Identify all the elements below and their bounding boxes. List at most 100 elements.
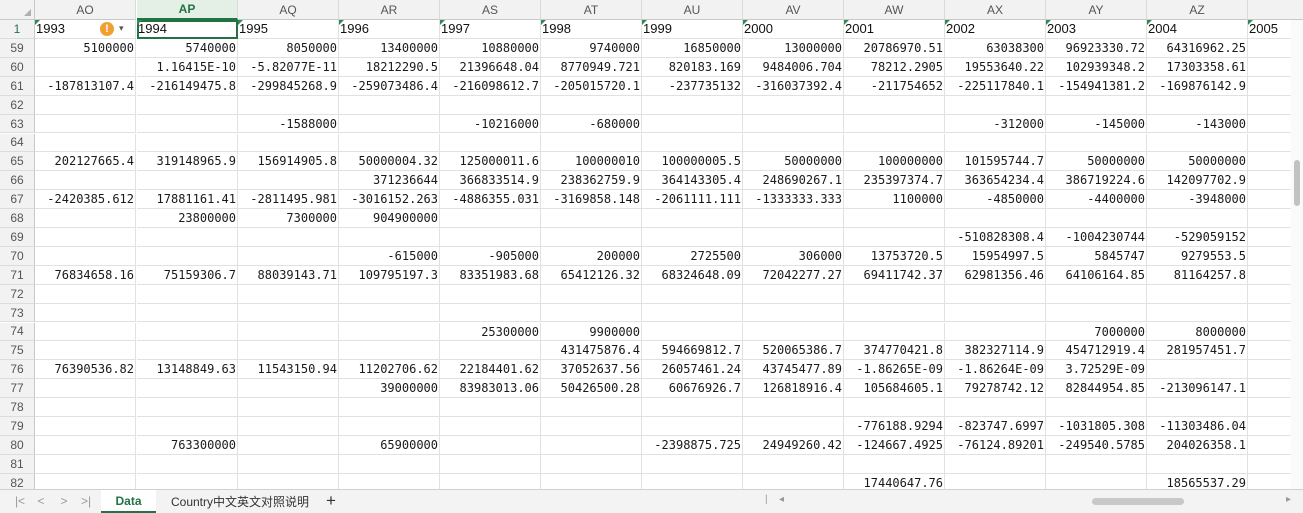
data-cell[interactable]: -205015720.1 — [541, 76, 642, 96]
data-cell[interactable]: 5740000 — [137, 39, 238, 58]
year-header-cell[interactable]: 1997 — [440, 20, 541, 39]
last-sheet-button[interactable]: >| — [78, 493, 94, 509]
data-cell[interactable]: 13000000 — [743, 39, 844, 58]
year-header-cell[interactable]: 1996 — [339, 20, 440, 39]
data-cell[interactable]: 17303358.61 — [1147, 57, 1248, 77]
data-cell[interactable] — [743, 209, 844, 228]
data-cell[interactable]: 25300000 — [440, 322, 541, 342]
data-cell[interactable]: 2725500 — [642, 246, 743, 266]
data-cell[interactable] — [1147, 284, 1248, 304]
data-cell[interactable]: 1.16415E-10 — [137, 57, 238, 77]
data-cell[interactable]: 8770949.721 — [541, 57, 642, 77]
data-cell[interactable]: -1.86264E-09 — [945, 360, 1046, 380]
data-cell[interactable] — [440, 209, 541, 228]
column-header-aw[interactable]: AW — [844, 0, 945, 20]
row-header-69[interactable]: 69 — [0, 228, 35, 247]
data-cell[interactable] — [238, 322, 339, 342]
data-cell[interactable]: 248690267.1 — [743, 171, 844, 191]
data-cell[interactable] — [541, 417, 642, 436]
data-cell[interactable] — [440, 398, 541, 417]
data-cell[interactable]: 75159306.7 — [137, 265, 238, 285]
row-header-72[interactable]: 72 — [0, 284, 35, 304]
data-cell[interactable] — [844, 303, 945, 323]
data-cell[interactable]: -237735132 — [642, 76, 743, 96]
data-cell[interactable] — [339, 228, 440, 247]
data-cell[interactable]: 820183.169 — [642, 57, 743, 77]
data-cell[interactable] — [642, 284, 743, 304]
data-cell[interactable] — [844, 398, 945, 417]
data-cell[interactable] — [35, 57, 136, 77]
data-cell[interactable]: 68324648.09 — [642, 265, 743, 285]
data-cell[interactable] — [642, 114, 743, 134]
data-cell[interactable]: -187813107.4 — [35, 76, 136, 96]
data-cell[interactable] — [945, 454, 1046, 474]
data-cell[interactable] — [35, 114, 136, 134]
row-header-73[interactable]: 73 — [0, 303, 35, 323]
data-cell[interactable]: -680000 — [541, 114, 642, 134]
data-cell[interactable]: -1588000 — [238, 114, 339, 134]
data-cell[interactable]: -2420385.612 — [35, 190, 136, 210]
data-cell[interactable] — [945, 398, 1046, 417]
data-cell[interactable]: -615000 — [339, 246, 440, 266]
data-cell[interactable] — [743, 454, 844, 474]
data-cell[interactable] — [844, 114, 945, 134]
data-cell[interactable] — [238, 246, 339, 266]
warning-icon[interactable]: ! — [100, 22, 114, 36]
data-cell[interactable] — [238, 454, 339, 474]
data-cell[interactable] — [844, 95, 945, 115]
data-cell[interactable] — [642, 398, 743, 417]
data-cell[interactable]: -4400000 — [1046, 190, 1147, 210]
data-cell[interactable] — [440, 454, 541, 474]
data-cell[interactable]: -10216000 — [440, 114, 541, 134]
data-cell[interactable] — [541, 473, 642, 489]
data-cell[interactable]: -5.82077E-11 — [238, 57, 339, 77]
data-cell[interactable]: 83351983.68 — [440, 265, 541, 285]
row-header-79[interactable]: 79 — [0, 417, 35, 436]
column-header-as[interactable]: AS — [440, 0, 541, 20]
data-cell[interactable] — [339, 398, 440, 417]
data-cell[interactable] — [945, 284, 1046, 304]
column-header-next[interactable] — [1248, 0, 1303, 20]
data-cell[interactable]: 364143305.4 — [642, 171, 743, 191]
data-cell[interactable] — [440, 473, 541, 489]
column-header-ay[interactable]: AY — [1046, 0, 1147, 20]
row-header-76[interactable]: 76 — [0, 360, 35, 380]
data-cell[interactable]: -2398875.725 — [642, 435, 743, 455]
data-cell[interactable]: -169876142.9 — [1147, 76, 1248, 96]
data-cell[interactable]: 60676926.7 — [642, 379, 743, 399]
data-cell[interactable]: 374770421.8 — [844, 341, 945, 361]
data-cell[interactable] — [339, 341, 440, 361]
data-cell[interactable] — [35, 454, 136, 474]
data-cell[interactable]: 100000010 — [541, 152, 642, 172]
data-cell[interactable]: 82844954.85 — [1046, 379, 1147, 399]
data-cell[interactable] — [743, 398, 844, 417]
data-cell[interactable] — [642, 303, 743, 323]
data-cell[interactable] — [1046, 209, 1147, 228]
data-cell[interactable] — [339, 417, 440, 436]
data-cell[interactable]: 520065386.7 — [743, 341, 844, 361]
row-header-81[interactable]: 81 — [0, 454, 35, 474]
data-cell[interactable] — [440, 133, 541, 153]
data-cell[interactable]: -225117840.1 — [945, 76, 1046, 96]
data-cell[interactable] — [35, 246, 136, 266]
data-cell[interactable]: 65900000 — [339, 435, 440, 455]
data-cell[interactable] — [238, 171, 339, 191]
data-cell[interactable] — [35, 341, 136, 361]
data-cell[interactable] — [238, 473, 339, 489]
row-header-67[interactable]: 67 — [0, 190, 35, 210]
data-cell[interactable] — [1046, 303, 1147, 323]
data-cell[interactable]: 83983013.06 — [440, 379, 541, 399]
column-header-au[interactable]: AU — [642, 0, 743, 20]
sheet-tab-data[interactable]: Data — [101, 490, 156, 513]
data-cell[interactable] — [642, 473, 743, 489]
data-cell[interactable] — [137, 341, 238, 361]
data-cell[interactable] — [137, 322, 238, 342]
data-cell[interactable] — [743, 228, 844, 247]
data-cell[interactable] — [137, 133, 238, 153]
data-cell[interactable]: 3.72529E-09 — [1046, 360, 1147, 380]
spreadsheet-grid[interactable]: AO AP AQ AR AS AT AU AV AW AX AY AZ 1 1993 1994 1995 199… — [0, 0, 1303, 489]
data-cell[interactable]: 17440647.76 — [844, 473, 945, 489]
data-cell[interactable]: 306000 — [743, 246, 844, 266]
data-cell[interactable] — [137, 284, 238, 304]
data-cell[interactable] — [743, 133, 844, 153]
